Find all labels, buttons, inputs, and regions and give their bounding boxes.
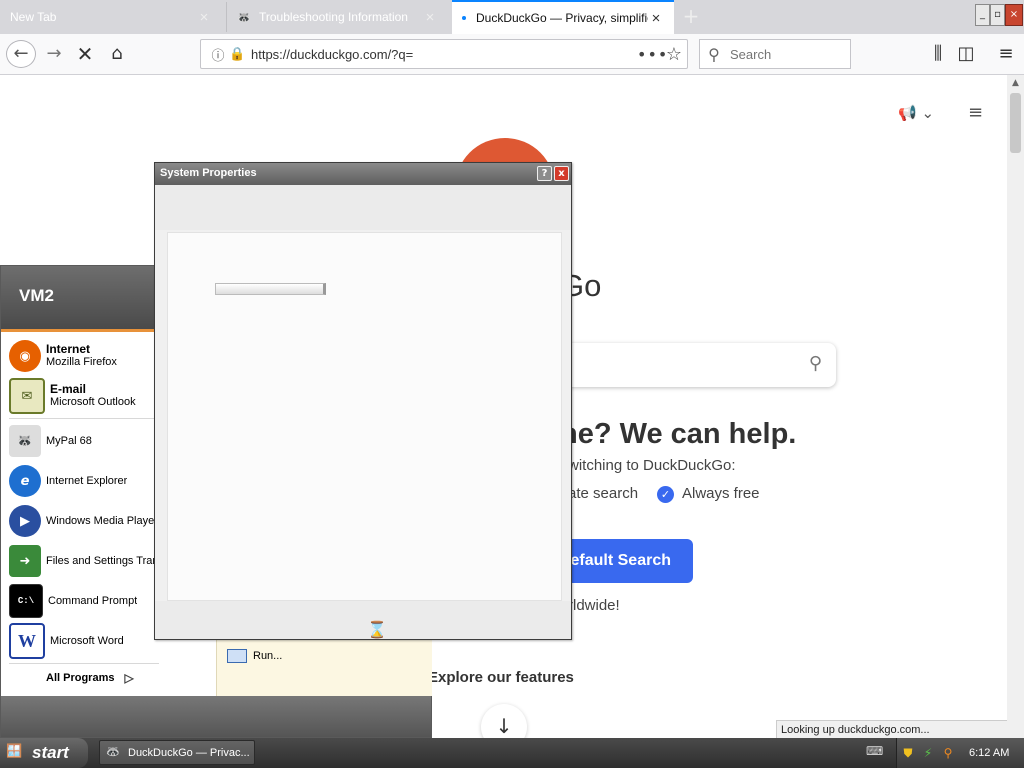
mypal-icon: 🦝 bbox=[106, 744, 120, 758]
dialog-close-button[interactable]: x bbox=[554, 166, 569, 181]
bookmark-star-icon[interactable]: ☆ bbox=[661, 44, 687, 65]
check-icon: ✓ bbox=[657, 486, 674, 503]
command-prompt-icon: C:\ bbox=[9, 584, 43, 618]
hourglass-cursor-icon: ⌛ bbox=[367, 620, 387, 639]
start-item-subtitle: Microsoft Outlook bbox=[50, 396, 136, 408]
search-icon: ⚲ bbox=[708, 44, 720, 64]
url-bar[interactable]: ⓘ 🔒 https://duckduckgo.com/?q= ••• ☆ bbox=[200, 39, 688, 69]
start-item-label: MyPal 68 bbox=[46, 434, 92, 447]
arrow-right-icon: ▷ bbox=[124, 671, 134, 685]
ddg-feature-private-search: ate search bbox=[568, 485, 639, 502]
page-actions-icon[interactable]: ••• bbox=[637, 45, 667, 64]
mypal-icon: 🦝 bbox=[9, 425, 41, 457]
start-item-text: Internet Mozilla Firefox bbox=[46, 343, 117, 369]
new-tab-icon[interactable]: + bbox=[680, 4, 702, 30]
all-programs-label: All Programs bbox=[46, 672, 115, 684]
ddg-worldwide-text: rldwide! bbox=[568, 597, 620, 614]
windows-flag-icon: 🪟 bbox=[6, 744, 23, 759]
separator bbox=[9, 418, 159, 419]
clock: 6:12 AM bbox=[969, 747, 1010, 759]
scrollbar[interactable]: ▲ bbox=[1007, 75, 1024, 738]
system-properties-dialog: System Properties ? x bbox=[154, 162, 572, 640]
loading-dot-icon bbox=[462, 16, 466, 20]
forward-arrow-icon[interactable]: → bbox=[40, 40, 68, 68]
separator bbox=[9, 663, 159, 664]
ddg-headline: ne? We can help. bbox=[560, 418, 797, 450]
word-icon: W bbox=[9, 623, 45, 659]
taskbar-item-label: DuckDuckGo — Privac... bbox=[128, 746, 250, 759]
ddg-subheading: witching to DuckDuckGo: bbox=[568, 457, 736, 474]
tab-close-icon[interactable]: × bbox=[196, 9, 212, 26]
window-close-button[interactable]: × bbox=[1005, 4, 1023, 26]
help-button[interactable]: ? bbox=[537, 166, 552, 181]
ddg-menu-icon[interactable]: ≡ bbox=[968, 102, 983, 123]
start-button[interactable]: 🪟 start bbox=[0, 738, 88, 768]
info-icon[interactable]: ⓘ bbox=[207, 45, 229, 64]
back-arrow-icon[interactable]: ← bbox=[6, 40, 36, 68]
tab-duckduckgo[interactable]: DuckDuckGo — Privacy, simplified. × bbox=[452, 0, 674, 34]
start-menu-footer bbox=[1, 696, 431, 737]
ddg-feature-always-free: Always free bbox=[682, 485, 760, 502]
ddg-explore-heading: Explore our features bbox=[428, 669, 574, 686]
megaphone-icon[interactable]: 📢 ⌄ bbox=[898, 104, 934, 122]
tab-bar: New Tab × 🦝 Troubleshooting Information … bbox=[0, 0, 1024, 34]
dialog-title-bar[interactable]: System Properties ? x bbox=[155, 163, 571, 185]
tab-label: New Tab bbox=[10, 10, 57, 24]
taskbar-item-duckduckgo[interactable]: 🦝 DuckDuckGo — Privac... bbox=[99, 740, 255, 765]
system-tray: ⛊ ⚡ ⚲ 6:12 AM bbox=[896, 738, 1024, 768]
tab-label: Troubleshooting Information bbox=[259, 10, 408, 24]
tab-close-icon[interactable]: × bbox=[422, 9, 438, 26]
media-player-icon: ▶ bbox=[9, 505, 41, 537]
scroll-up-icon[interactable]: ▲ bbox=[1007, 75, 1024, 91]
network-icon[interactable]: ⚡ bbox=[919, 746, 937, 760]
hamburger-menu-icon[interactable]: ≡ bbox=[992, 40, 1020, 68]
keyboard-icon[interactable]: ⌨ bbox=[866, 744, 886, 760]
start-item-label: Command Prompt bbox=[48, 594, 138, 607]
window-minimize-button[interactable]: _ bbox=[975, 4, 990, 26]
tab-troubleshooting[interactable]: 🦝 Troubleshooting Information × bbox=[226, 2, 448, 32]
stop-icon[interactable]: ✕ bbox=[71, 40, 99, 68]
scroll-thumb[interactable] bbox=[1010, 93, 1021, 153]
library-icon[interactable]: ⫼ bbox=[924, 40, 952, 68]
search-bar[interactable]: ⚲ bbox=[699, 39, 851, 69]
mypal-icon: 🦝 bbox=[237, 11, 251, 24]
start-item-label: Microsoft Word bbox=[50, 634, 124, 647]
loading-bar bbox=[215, 283, 326, 295]
tab-new-tab[interactable]: New Tab × bbox=[0, 2, 222, 32]
nav-bar: ← → ✕ ⌂ ⓘ 🔒 https://duckduckgo.com/?q= •… bbox=[0, 34, 1024, 75]
run-label: Run... bbox=[253, 650, 283, 662]
dialog-title: System Properties bbox=[160, 167, 257, 179]
search-icon[interactable]: ⚲ bbox=[809, 353, 822, 374]
run-icon bbox=[227, 649, 247, 663]
dialog-tab-area bbox=[155, 185, 571, 230]
start-item-text: E-mail Microsoft Outlook bbox=[50, 383, 136, 409]
start-item-title: E-mail bbox=[50, 383, 87, 396]
firefox-icon: ◉ bbox=[9, 340, 41, 372]
lock-icon[interactable]: 🔒 bbox=[229, 47, 245, 62]
outlook-icon: ✉ bbox=[9, 378, 45, 414]
dialog-panel bbox=[167, 232, 562, 601]
tab-label: DuckDuckGo — Privacy, simplified. bbox=[476, 11, 648, 25]
run-button[interactable]: Run... bbox=[227, 649, 282, 663]
internet-explorer-icon: e bbox=[9, 465, 41, 497]
start-item-label: Windows Media Player bbox=[46, 514, 158, 527]
start-label: start bbox=[32, 743, 69, 762]
tab-close-icon[interactable]: × bbox=[648, 10, 664, 27]
search-input[interactable] bbox=[728, 45, 842, 63]
security-shield-icon[interactable]: ⛊ bbox=[899, 746, 917, 761]
all-programs-button[interactable]: All Programs ▷ bbox=[46, 671, 134, 685]
transfer-wizard-icon: ➜ bbox=[9, 545, 41, 577]
start-item-title: Internet bbox=[46, 343, 91, 356]
user-name: VM2 bbox=[19, 286, 54, 305]
home-icon[interactable]: ⌂ bbox=[103, 40, 131, 68]
status-bar: Looking up duckduckgo.com... bbox=[776, 720, 1007, 738]
dialog-button-area bbox=[155, 601, 571, 639]
url-text[interactable]: https://duckduckgo.com/?q= bbox=[245, 47, 637, 62]
start-item-subtitle: Mozilla Firefox bbox=[46, 356, 117, 368]
search-tray-icon[interactable]: ⚲ bbox=[939, 746, 957, 760]
window-maximize-button[interactable]: ▫ bbox=[990, 4, 1005, 26]
start-item-label: Internet Explorer bbox=[46, 474, 128, 487]
sidebar-icon[interactable]: ◫ bbox=[952, 40, 980, 68]
